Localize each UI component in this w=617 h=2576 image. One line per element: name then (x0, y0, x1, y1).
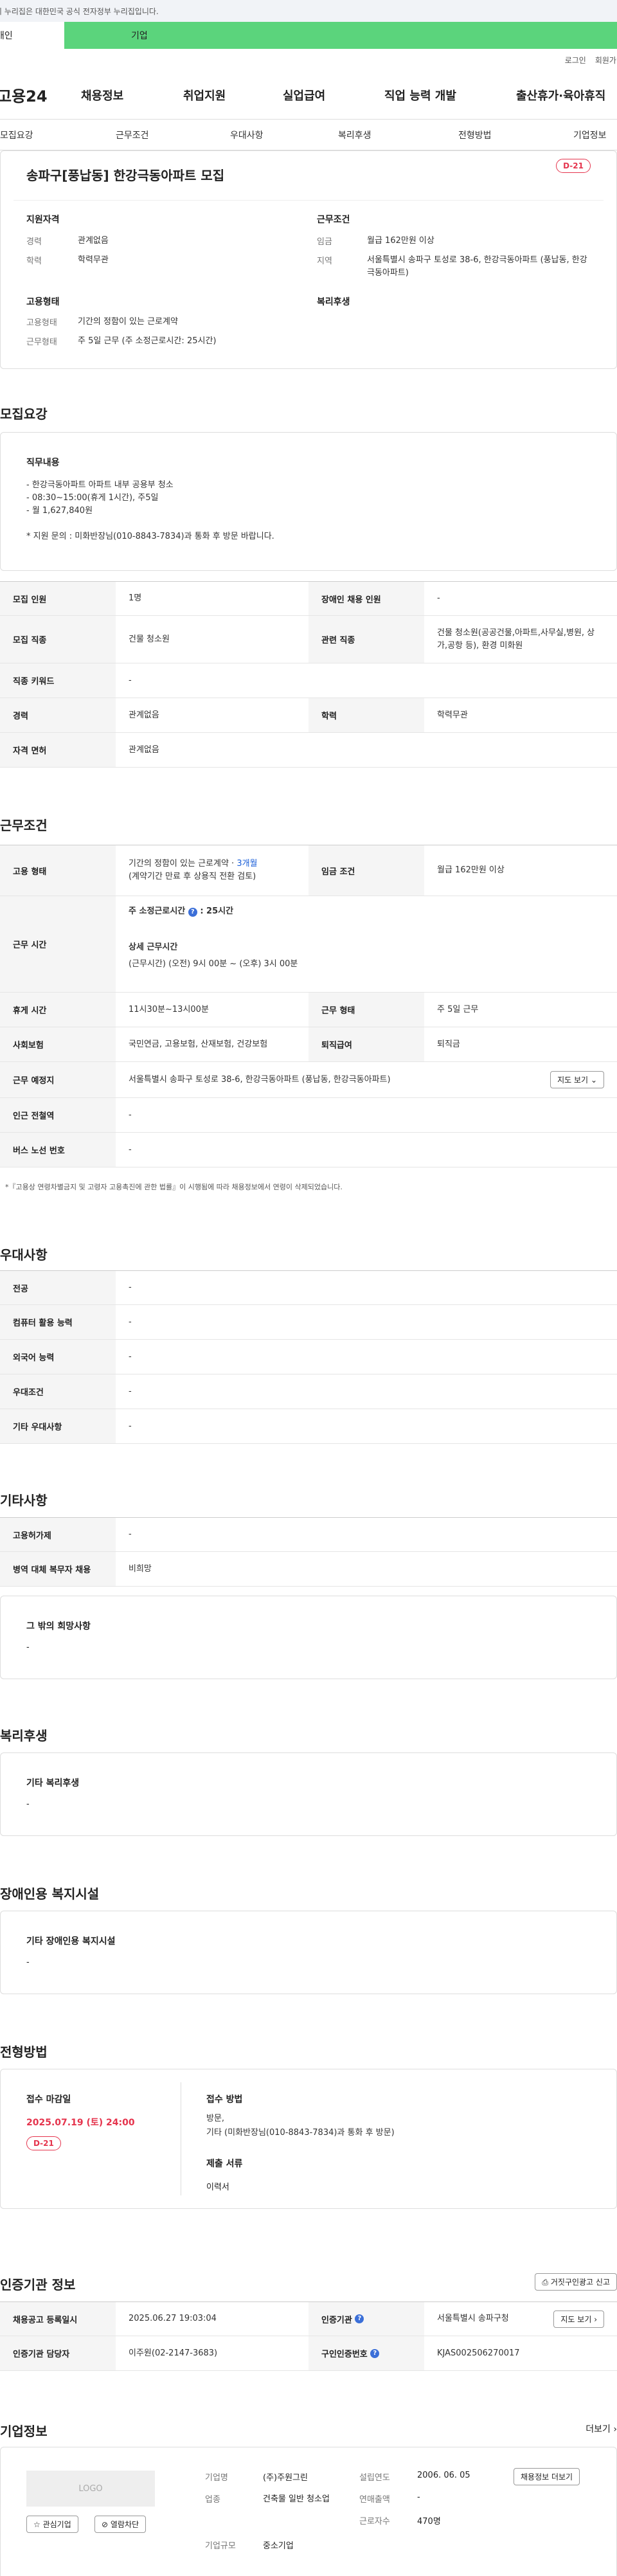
block-icon: ⊘ (102, 2520, 109, 2529)
main-nav: 고용24 채용정보 취업지원 실업급여 직업 능력 개발 출산휴가·육아휴직 (0, 71, 617, 120)
section-title-preferences: 우대사항 (0, 1247, 48, 1263)
table-row: 직종 키워드 - (0, 663, 617, 698)
process-box: 접수 마감일 2025.07.19 (토) 24:00 D-21 접수 방법 방… (0, 2069, 617, 2209)
tab-preferences[interactable]: 우대사항 (230, 129, 264, 141)
table-row: 사회보험 국민연금, 고용보험, 산재보험, 건강보험 퇴직급여 퇴직금 (0, 1027, 617, 1062)
work-type-item: 근무형태 주 5일 근무 (주 소정근로시간: 25시간) (26, 336, 217, 347)
company-jobs-button[interactable]: 채용정보 더보기 (514, 2468, 580, 2485)
table-row: 고용허가제 - (0, 1517, 617, 1552)
table-row: 모집 직종 건물 청소원 관련 직종 건물 청소원(공공건물,아파트,사무실,병원,… (0, 616, 617, 663)
star-icon: ☆ (33, 2520, 40, 2529)
welfare-heading: 복리후생 (317, 297, 350, 307)
table-row: 경력 관계없음 학력 학력무관 (0, 698, 617, 733)
section-title-company: 기업정보 (0, 2424, 48, 2439)
tab-process[interactable]: 전형방법 (458, 129, 492, 141)
company-logo: LOGO (26, 2471, 155, 2507)
table-row: 병역 대체 복무자 채용 비희망 (0, 1552, 617, 1587)
dday-badge: D-21 (556, 159, 591, 173)
area-item: 지역 서울특별시 송파구 토성로 38-6, 한강극동아파트 (풍납동, 한강극동… (317, 255, 587, 278)
tab-business[interactable]: 기업 (64, 22, 617, 49)
table-row: 우대조건 - (0, 1374, 617, 1409)
report-fake-ad-button[interactable]: ⎙ 거짓구인광고 신고 (535, 2273, 617, 2291)
section-title-certification: 인증기관 정보 (0, 2277, 76, 2292)
table-row: 자격 면허 관계없음 (0, 733, 617, 768)
tab-personal[interactable]: 개인 (0, 22, 64, 49)
section-tabs: 모집요강 근무조건 우대사항 복리후생 전형방법 기업정보 (0, 120, 617, 150)
nav-employment-support[interactable]: 취업지원 (183, 87, 226, 104)
map-view-button[interactable]: 지도 보기 ⌄ (550, 1071, 604, 1088)
disabled-facilities-box: 기타 장애인용 복지시설 - (0, 1911, 617, 1994)
content-layer: 모집요강 직무내용 - 한강극동아파트 아파트 내부 공용부 청소 - 08:3… (0, 0, 617, 2576)
section-title-welfare: 복리후생 (0, 1728, 48, 1743)
favorite-company-button[interactable]: ☆ 관심기업 (26, 2516, 78, 2533)
duty-heading: 직무내용 (26, 458, 60, 468)
table-row: 인근 전철역 - (0, 1098, 617, 1133)
tab-recruit[interactable]: 모집요강 (0, 129, 33, 141)
table-row: 버스 노선 번호 - (0, 1133, 617, 1167)
nav-recruit[interactable]: 채용정보 (81, 87, 123, 104)
deadline-dday-badge: D-21 (26, 2136, 61, 2150)
section-title-recruit: 모집요강 (0, 406, 48, 422)
section-title-other: 기타사항 (0, 1493, 48, 1508)
company-more-link[interactable]: 더보기 › (586, 2422, 617, 2435)
info-icon: ? (370, 2348, 380, 2358)
section-title-disabled-facilities: 장애인용 복지시설 (0, 1886, 100, 1902)
site-logo[interactable]: 고용24 (0, 84, 75, 106)
signup-link[interactable]: 회원가입 (595, 55, 617, 66)
employment-heading: 고용형태 (26, 297, 60, 307)
age-notice: *『고용상 연령차별금지 및 고령자 고용촉진에 관한 법률』이 시행됨에 따라… (5, 1183, 343, 1191)
table-row: 휴게 시간 11시30분~13시00분 근무 형태 주 5일 근무 (0, 993, 617, 1027)
other-wish-box: 그 밖의 희망사항 - (0, 1596, 617, 1679)
table-row: 전공 - (0, 1270, 617, 1305)
job-title: 송파구[풍납동] 한강극동아파트 모집 (26, 168, 225, 183)
block-view-button[interactable]: ⊘ 열람차단 (94, 2516, 147, 2533)
work-hours-row: 근무 시간 주 소정근로시간 ? : 25시간 상세 근무시간 (근무시간) (… (0, 896, 617, 993)
sector-tabs: 개인 기업 (0, 22, 617, 49)
report-icon: ⎙ (542, 2278, 549, 2287)
nav-parental-leave[interactable]: 출산휴가·육아휴직 (516, 87, 605, 104)
info-icon[interactable]: ? (188, 908, 197, 917)
workplace-row: 근무 예정지 서울특별시 송파구 토성로 38-6, 한강극동아파트 (풍납동, … (0, 1062, 617, 1098)
duty-content: - 한강극동아파트 아파트 내부 공용부 청소 - 08:30~15:00(휴게… (26, 480, 274, 541)
section-title-conditions: 근무조건 (0, 818, 48, 833)
chevron-down-icon: ⌄ (590, 1076, 597, 1085)
section-title-process: 전형방법 (0, 2044, 48, 2060)
qualification-heading: 지원자격 (26, 215, 60, 225)
contract-period-link[interactable]: 3개월 (237, 859, 257, 869)
utility-menu: 로그인 회원가입 (0, 49, 617, 71)
welfare-box: 기타 복리후생 - (0, 1752, 617, 1836)
wage-item: 임금 월급 162만원 이상 (317, 236, 434, 247)
tab-conditions[interactable]: 근무조건 (116, 129, 149, 141)
gov-banner: 이 누리집은 대한민국 공식 전자정부 누리집입니다. (0, 0, 617, 22)
employment-type-item: 고용형태 기간의 정함이 있는 근로계약 (26, 317, 178, 328)
company-box: LOGO ☆ 관심기업 ⊘ 열람차단 기업명 (주)주원그린 설립연도 2006… (0, 2447, 617, 2576)
table-row: 컴퓨터 활용 능력 - (0, 1305, 617, 1340)
career-item: 경력 관계없음 (26, 236, 109, 247)
info-icon: ? (355, 2314, 364, 2323)
tab-welfare[interactable]: 복리후생 (338, 129, 371, 141)
conditions-heading: 근무조건 (317, 215, 350, 225)
nav-job-training[interactable]: 직업 능력 개발 (384, 87, 456, 104)
cert-map-button[interactable]: 지도 보기 › (553, 2310, 604, 2328)
tab-company[interactable]: 기업정보 (573, 129, 607, 141)
job-summary-card: 송파구[풍납동] 한강극동아파트 모집 D-21 지원자격 경력 관계없음 학력 학… (0, 150, 617, 369)
login-link[interactable]: 로그인 (565, 55, 586, 66)
employment-type-row: 고용 형태 기간의 정함이 있는 근로계약 · 3개월 (계약기간 만료 후 상… (0, 845, 617, 896)
nav-unemployment-benefits[interactable]: 실업급여 (283, 87, 325, 104)
table-row: 기타 우대사항 - (0, 1409, 617, 1444)
deadline-date: 2025.07.19 (토) 24:00 (26, 2118, 135, 2128)
education-item: 학력 학력무관 (26, 255, 109, 266)
table-row: 외국어 능력 - (0, 1340, 617, 1374)
table-row: 채용공고 등록일시 2025.06.27 19:03:04 인증기관 ? 서울특별… (0, 2301, 617, 2336)
table-row: 인증기관 담당자 이주원(02-2147-3683) 구인인증번호 ? KJAS0… (0, 2336, 617, 2371)
table-row: 모집 인원 1명 장애인 채용 인원 - (0, 581, 617, 616)
duty-box: 직무내용 - 한강극동아파트 아파트 내부 공용부 청소 - 08:30~15:… (0, 432, 617, 571)
